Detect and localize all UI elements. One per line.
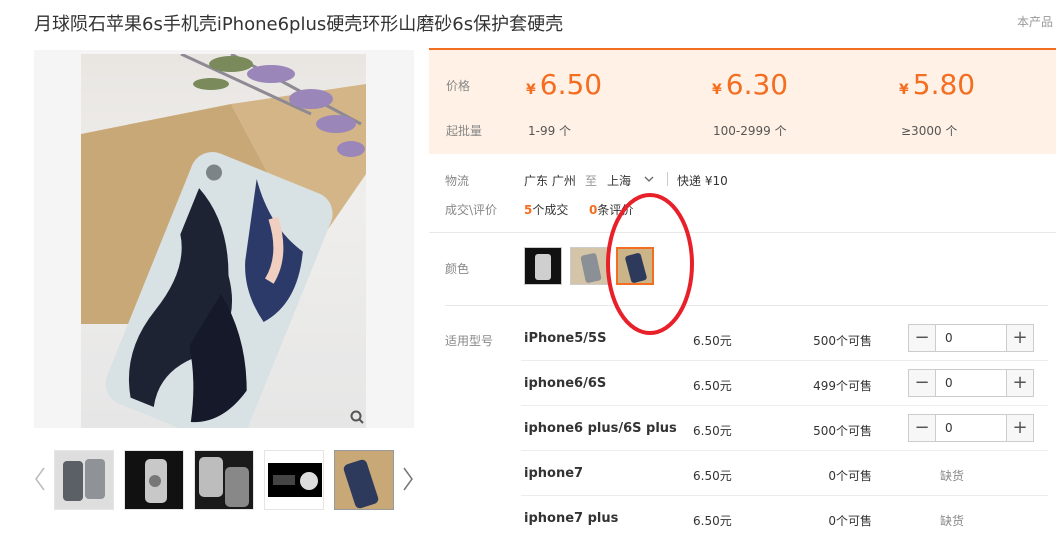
model-stock: 500个可售 xyxy=(813,334,872,348)
thumbnail-1[interactable] xyxy=(54,450,114,510)
model-name: iphone7 plus xyxy=(524,511,619,526)
logistics-label: 物流 xyxy=(445,174,470,188)
quantity-stepper[interactable]: − + xyxy=(908,414,1034,442)
divider xyxy=(445,305,1048,306)
model-stock: 500个可售 xyxy=(813,424,872,438)
thumbnail-2[interactable] xyxy=(124,450,184,510)
minus-button[interactable]: − xyxy=(909,325,936,351)
model-stock: 499个可售 xyxy=(813,379,872,393)
moq-label: 起批量 xyxy=(446,124,483,138)
model-stock: 0个可售 xyxy=(828,514,872,528)
deal-count-link[interactable]: 5个成交 xyxy=(524,201,568,218)
moq-tier-3: ≥3000 个 xyxy=(901,124,958,138)
model-name: iphone6 plus/6S plus xyxy=(524,421,677,436)
thumb-next-arrow-icon[interactable] xyxy=(401,466,415,492)
thumbnail-3[interactable] xyxy=(194,450,254,510)
quantity-input[interactable] xyxy=(937,415,1005,441)
price-value: 5.80 xyxy=(912,68,976,101)
ship-to-word: 至 xyxy=(585,174,598,188)
thumbnail-5[interactable] xyxy=(334,450,394,510)
model-name: iphone6/6S xyxy=(524,376,607,391)
shipping-fee: 快递 ¥10 xyxy=(677,174,728,188)
moq-tier-2: 100-2999 个 xyxy=(713,124,787,138)
model-price: 6.50元 xyxy=(693,469,732,483)
product-title: 月球陨石苹果6s手机壳iPhone6plus硬壳环形山磨砂6s保护套硬壳 xyxy=(34,14,564,35)
thumb-prev-arrow-icon[interactable] xyxy=(33,466,47,492)
row-divider xyxy=(521,495,1048,496)
minus-button[interactable]: − xyxy=(909,370,936,396)
red-annotation-circle xyxy=(606,193,694,335)
main-image-viewer[interactable] xyxy=(34,50,414,428)
chevron-down-icon[interactable] xyxy=(644,175,654,183)
color-label: 颜色 xyxy=(445,262,470,276)
price-tier-1: ¥6.50 xyxy=(526,68,602,101)
models-label: 适用型号 xyxy=(445,334,494,348)
divider xyxy=(429,232,1056,233)
quantity-stepper[interactable]: − + xyxy=(908,324,1034,352)
ship-to-select[interactable]: 上海 xyxy=(607,172,631,189)
divider xyxy=(667,172,668,186)
zoom-icon[interactable] xyxy=(350,410,364,424)
row-divider xyxy=(521,405,1048,406)
price-tier-2: ¥6.30 xyxy=(712,68,788,101)
plus-button[interactable]: + xyxy=(1006,415,1033,441)
currency-symbol: ¥ xyxy=(899,82,909,98)
main-product-image xyxy=(81,54,366,428)
price-value: 6.30 xyxy=(725,68,789,101)
quantity-stepper[interactable]: − + xyxy=(908,369,1034,397)
out-of-stock-label: 缺货 xyxy=(940,469,965,483)
model-name: iPhone5/5S xyxy=(524,331,607,346)
price-tier-3: ¥5.80 xyxy=(899,68,975,101)
moq-tier-1: 1-99 个 xyxy=(528,124,572,138)
price-value: 6.50 xyxy=(539,68,603,101)
plus-button[interactable]: + xyxy=(1006,325,1033,351)
row-divider xyxy=(521,360,1048,361)
thumbnail-4[interactable] xyxy=(264,450,324,510)
top-right-link[interactable]: 本产品 xyxy=(1017,13,1053,30)
price-label: 价格 xyxy=(446,79,471,93)
quantity-input[interactable] xyxy=(937,325,1005,351)
currency-symbol: ¥ xyxy=(712,82,722,98)
minus-button[interactable]: − xyxy=(909,415,936,441)
row-divider xyxy=(521,450,1048,451)
model-price: 6.50元 xyxy=(693,379,732,393)
currency-symbol: ¥ xyxy=(526,82,536,98)
plus-button[interactable]: + xyxy=(1006,370,1033,396)
model-name: iphone7 xyxy=(524,466,584,481)
ship-from: 广东 广州 xyxy=(524,174,576,188)
model-price: 6.50元 xyxy=(693,424,732,438)
quantity-input[interactable] xyxy=(937,370,1005,396)
deals-label: 成交\评价 xyxy=(445,203,498,217)
model-stock: 0个可售 xyxy=(828,469,872,483)
deal-text: 个成交 xyxy=(532,203,569,217)
out-of-stock-label: 缺货 xyxy=(940,514,965,528)
color-swatch-1[interactable] xyxy=(524,247,562,285)
model-price: 6.50元 xyxy=(693,514,732,528)
